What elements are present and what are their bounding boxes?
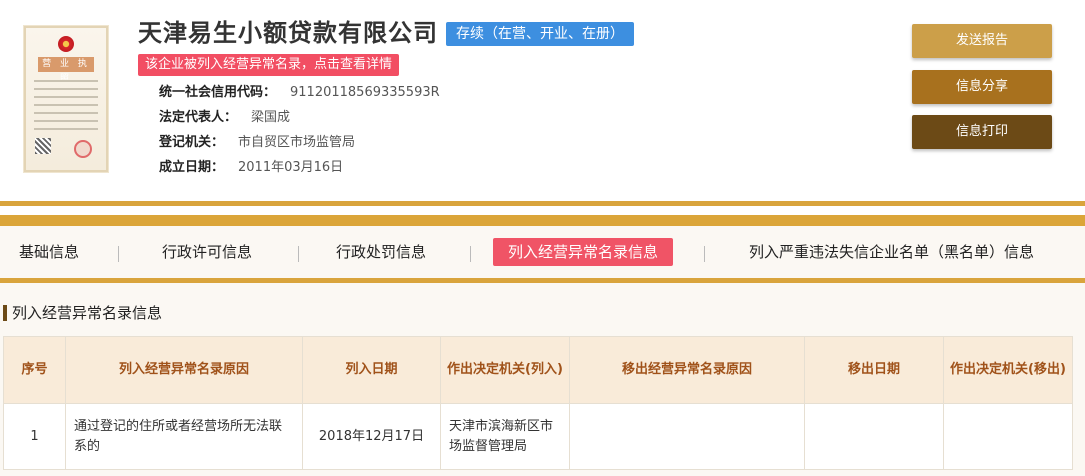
tab-blacklist[interactable]: 列入严重违法失信企业名单（黑名单）信息 [749,240,1034,264]
license-title: 营 业 执 照 [38,57,94,84]
tab-divider [470,246,471,262]
divider-bar [0,201,1085,206]
row-index: 1 [3,403,66,470]
legal-rep-row: 法定代表人： 梁国成 [159,109,290,127]
status-badge: 存续（在营、开业、在册） [446,22,634,46]
inclusion-date: 2018年12月17日 [302,403,441,470]
tab-divider [298,246,299,262]
company-header: 营 业 执 照 天津易生小额贷款有限公司 存续（在营、开业、在册） 该企业被列入… [0,0,1085,200]
table-row: 1 通过登记的住所或者经营场所无法联系的 2018年12月17日 天津市滨海新区… [3,403,1073,470]
tab-abnormal-operation-list[interactable]: 列入经营异常名录信息 [493,238,674,266]
business-license-image[interactable]: 营 业 执 照 [24,26,108,172]
inclusion-reason: 通过登记的住所或者经营场所无法联系的 [65,403,303,470]
send-report-button[interactable]: 发送报告 [912,24,1052,58]
column-header: 移出经营异常名录原因 [569,336,805,404]
credit-code-row: 统一社会信用代码： 91120118569335593R [159,84,440,102]
inclusion-authority: 天津市滨海新区市场监督管理局 [440,403,570,470]
field-label: 成立日期： [159,160,225,175]
abnormal-list-table: 序号 列入经营异常名录原因 列入日期 作出决定机关(列入) 移出经营异常名录原因… [3,336,1073,470]
field-label: 法定代表人： [159,110,238,125]
field-label: 统一社会信用代码： [159,85,277,100]
info-tabs: 基础信息 行政许可信息 行政处罚信息 列入经营异常名录信息 列入严重违法失信企业… [0,226,1085,278]
column-header: 作出决定机关(移出) [943,336,1073,404]
credit-code-value: 91120118569335593R [290,85,440,100]
seal-stamp-icon [74,140,92,158]
removal-reason [569,403,805,470]
print-info-button[interactable]: 信息打印 [912,115,1052,149]
tab-administrative-license[interactable]: 行政许可信息 [162,240,252,264]
tab-divider [704,246,705,262]
registration-authority-row: 登记机关： 市自贸区市场监管局 [159,134,355,152]
section-title: 列入经营异常名录信息 [3,303,162,323]
founded-date-value: 2011年03月16日 [238,160,344,175]
registration-authority-value: 市自贸区市场监管局 [238,135,356,150]
company-name: 天津易生小额贷款有限公司 [138,18,438,47]
table-header-row: 序号 列入经营异常名录原因 列入日期 作出决定机关(列入) 移出经营异常名录原因… [3,336,1073,404]
field-label: 登记机关： [159,135,225,150]
tab-basic-info[interactable]: 基础信息 [19,240,79,264]
removal-date [804,403,944,470]
abnormal-list-alert-link[interactable]: 该企业被列入经营异常名录，点击查看详情 [138,54,400,76]
column-header: 作出决定机关(列入) [440,336,570,404]
legal-rep-value: 梁国成 [251,110,291,125]
column-header: 序号 [3,336,66,404]
tab-administrative-penalty[interactable]: 行政处罚信息 [336,240,426,264]
column-header: 列入经营异常名录原因 [65,336,303,404]
abnormal-list-section: 列入经营异常名录信息 序号 列入经营异常名录原因 列入日期 作出决定机关(列入)… [0,283,1085,476]
removal-authority [943,403,1073,470]
founded-date-row: 成立日期： 2011年03月16日 [159,159,343,177]
tab-divider [118,246,119,262]
qr-code-icon [35,138,51,154]
divider-bar [0,215,1085,226]
national-emblem-icon [58,36,74,52]
license-text-lines [34,80,98,136]
column-header: 列入日期 [302,336,441,404]
share-info-button[interactable]: 信息分享 [912,70,1052,104]
column-header: 移出日期 [804,336,944,404]
